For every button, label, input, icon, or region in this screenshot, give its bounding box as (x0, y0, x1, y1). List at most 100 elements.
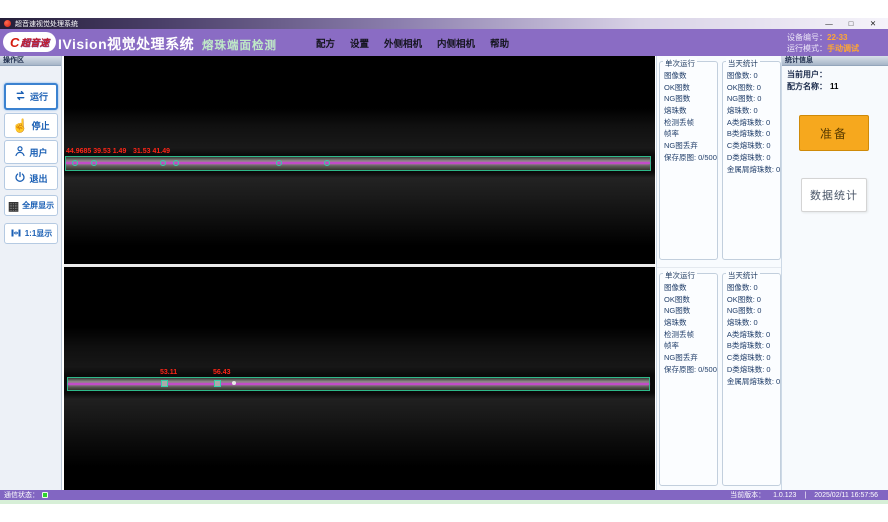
detection-marker (214, 380, 221, 387)
one-to-one-button-label: 1:1显示 (25, 228, 53, 239)
run-cycle-icon (14, 89, 27, 104)
menu-item-outer-camera[interactable]: 外侧相机 (384, 36, 422, 50)
stat-row: 金属屑熔珠数:0 (727, 164, 780, 176)
station-subtitle: 熔珠端面检测 (202, 37, 277, 53)
detection-marker (161, 380, 168, 387)
stat-row: NG图丢弃 (664, 140, 717, 152)
window-controls: — □ ✕ (818, 18, 884, 29)
stat-row: 熔珠数:0 (727, 105, 780, 117)
detection-marker (324, 160, 330, 166)
menu-item-recipe[interactable]: 配方 (316, 36, 335, 50)
run-mode-value: 手动调试 (827, 44, 859, 53)
operation-sidebar: 操作区 运行 ☝ 停止 用户 退出 ▦ 全屏显示 1:1显示 (0, 56, 62, 490)
device-no-label: 设备编号： (787, 33, 827, 42)
fullscreen-button[interactable]: ▦ 全屏显示 (4, 195, 58, 216)
brand-name: 超音速 (20, 35, 49, 49)
fullscreen-grid-icon: ▦ (8, 200, 19, 212)
user-button-label: 用户 (29, 146, 47, 159)
one-to-one-icon (10, 227, 22, 241)
stat-row: B类熔珠数:0 (727, 340, 780, 352)
stat-row: NG图丢弃 (664, 352, 717, 364)
stat-row: 金属屑熔珠数:0 (727, 376, 780, 388)
one-to-one-button[interactable]: 1:1显示 (4, 223, 58, 244)
measurement-annotation: 56.43 (213, 369, 231, 376)
weld-strip-image (65, 156, 651, 171)
stat-row: B类熔珠数:0 (727, 128, 780, 140)
stat-row: 图像数:0 (727, 282, 780, 294)
app-header: C 超音速 IVision视觉处理系统 熔珠端面检测 配方 设置 外侧相机 内侧… (0, 29, 888, 56)
brand-c-icon: C (10, 36, 19, 49)
comm-status: 通信状态： (4, 490, 48, 500)
measurement-annotation: 31.53 41.49 (133, 148, 170, 155)
menu-item-settings[interactable]: 设置 (350, 36, 369, 50)
data-statistics-button[interactable]: 数据统计 (801, 178, 867, 212)
stat-row: OK图数:0 (727, 82, 780, 94)
stat-row: D类熔珠数:0 (727, 152, 780, 164)
user-icon (14, 145, 26, 159)
info-panel-title: 统计信息 (782, 56, 888, 66)
stop-hand-icon: ☝ (12, 119, 28, 132)
fullscreen-button-label: 全屏显示 (22, 200, 54, 211)
weld-strip-image (67, 377, 650, 391)
power-icon (14, 171, 26, 185)
window-titlebar: 超音速视觉处理系统 — □ ✕ (0, 18, 888, 29)
minimize-button[interactable]: — (818, 18, 840, 29)
window-title: 超音速视觉处理系统 (15, 19, 78, 29)
user-button[interactable]: 用户 (4, 140, 58, 164)
comm-status-label: 通信状态： (4, 490, 39, 500)
page-title: IVision视觉处理系统 (58, 34, 194, 54)
stop-button-label: 停止 (32, 119, 50, 132)
stats-section-bottom: 单次运行 图像数 OK图数 NG图数 熔珠数 检测丢帧 帧率 NG图丢弃 保存原… (657, 267, 781, 490)
recipe-name-value: 11 (830, 82, 838, 91)
stat-row: 检测丢帧 (664, 117, 717, 129)
camera-display-area: 44.9685 39.53 1.49 31.53 41.49 53.11 56.… (64, 56, 655, 490)
current-user-label: 当前用户： (787, 70, 827, 79)
operation-panel-title: 操作区 (0, 56, 61, 66)
run-mode-label: 运行模式： (787, 44, 827, 53)
detection-marker (173, 160, 179, 166)
recipe-name-label: 配方名称： (787, 82, 827, 91)
datetime-value: 2025/02/11 16:57:56 (814, 492, 878, 499)
detection-marker (276, 160, 282, 166)
single-run-group: 单次运行 图像数 OK图数 NG图数 熔珠数 检测丢帧 帧率 NG图丢弃 保存原… (659, 61, 718, 260)
daily-stats-group: 当天统计 图像数:0 OK图数:0 NG图数:0 熔珠数:0 A类熔珠数:0 B… (722, 61, 781, 260)
measurement-annotation: 53.11 (160, 369, 177, 376)
stat-row: 帧率 (664, 128, 717, 140)
stat-row: 图像数:0 (727, 70, 780, 82)
run-button-label: 运行 (30, 90, 48, 103)
statistics-info-panel: 统计信息 当前用户： 配方名称：11 准备 数据统计 (781, 56, 888, 490)
stat-row: OK图数 (664, 82, 717, 94)
detection-marker (232, 381, 236, 385)
stat-row: 帧率 (664, 340, 717, 352)
daily-stats-group: 当天统计 图像数:0 OK图数:0 NG图数:0 熔珠数:0 A类熔珠数:0 B… (722, 273, 781, 486)
stat-row: C类熔珠数:0 (727, 140, 780, 152)
maximize-button[interactable]: □ (840, 18, 862, 29)
exit-button[interactable]: 退出 (4, 166, 58, 190)
detection-marker (91, 160, 97, 166)
stat-row: A类熔珠数:0 (727, 117, 780, 129)
run-button[interactable]: 运行 (4, 83, 58, 110)
stop-button[interactable]: ☝ 停止 (4, 113, 58, 138)
recipe-name-row: 配方名称：11 (787, 81, 838, 92)
group-title: 当天统计 (726, 270, 760, 281)
outer-camera-view: 44.9685 39.53 1.49 31.53 41.49 (64, 56, 655, 264)
measurement-annotation: 44.9685 39.53 1.49 (66, 148, 126, 155)
exit-button-label: 退出 (29, 172, 47, 185)
menu-item-help[interactable]: 帮助 (490, 36, 509, 50)
stat-row: 图像数 (664, 70, 717, 82)
menu-item-inner-camera[interactable]: 内侧相机 (437, 36, 475, 50)
stat-row: NG图数:0 (727, 305, 780, 317)
status-bar: 通信状态： 当前版本： 1.0.123 | 2025/02/11 16:57:5… (0, 490, 888, 500)
stat-row: 保存原图:0/500 (664, 152, 717, 164)
stat-row: 保存原图:0/500 (664, 364, 717, 376)
stats-section-top: 单次运行 图像数 OK图数 NG图数 熔珠数 检测丢帧 帧率 NG图丢弃 保存原… (657, 56, 781, 264)
version-separator: | (804, 492, 806, 499)
app-logo-icon (4, 20, 11, 27)
detection-marker (72, 160, 78, 166)
close-button[interactable]: ✕ (862, 18, 884, 29)
brand-logo: C 超音速 (3, 32, 56, 52)
stat-row: OK图数:0 (727, 294, 780, 306)
main-menu: 配方 设置 外侧相机 内侧相机 帮助 (316, 29, 509, 56)
device-info: 设备编号：22-33 运行模式：手动调试 (787, 32, 859, 54)
prepare-button[interactable]: 准备 (799, 115, 869, 151)
